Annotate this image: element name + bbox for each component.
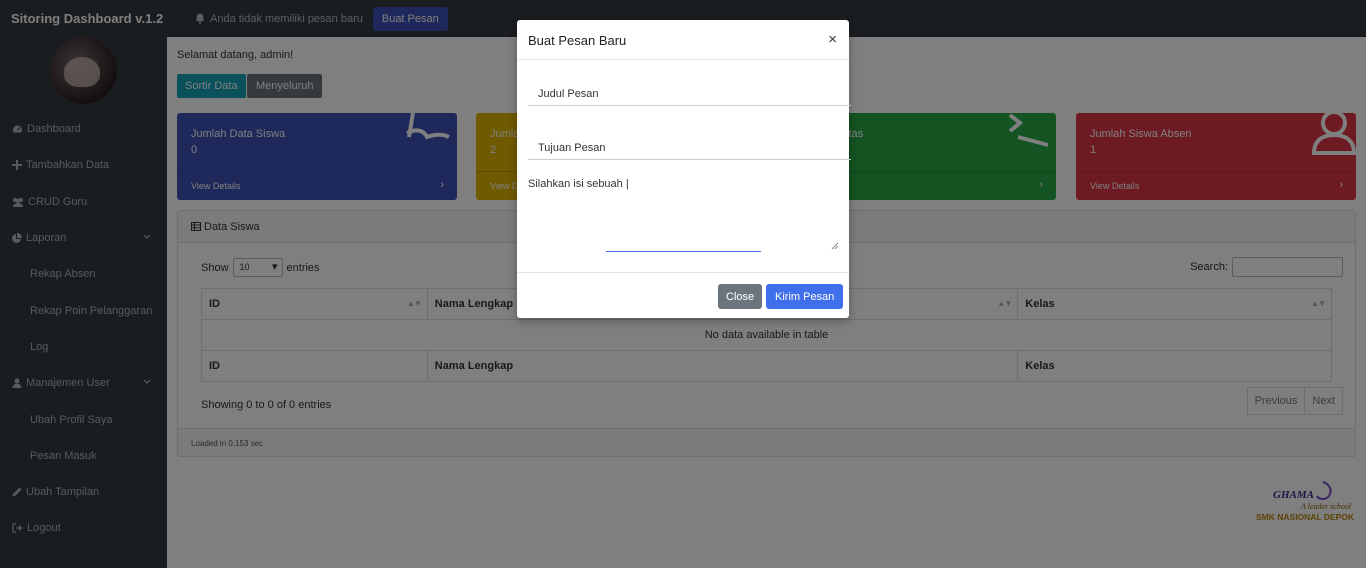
recipient-input[interactable]: Tujuan Pesan [528,142,851,160]
modal-header: Buat Pesan Baru × [517,20,849,60]
modal-footer: Close Kirim Pesan [517,272,849,318]
subject-input[interactable]: Judul Pesan [528,88,851,106]
modal-title: Buat Pesan Baru [528,33,627,48]
message-textarea[interactable]: Silahkan isi sebuah | [528,178,839,252]
resize-handle-icon[interactable] [830,241,839,250]
new-message-modal: Buat Pesan Baru × Judul Pesan Tujuan Pes… [517,20,851,318]
close-button[interactable]: Close [718,284,763,309]
textarea-focus-underline [606,251,761,252]
message-text: Silahkan isi sebuah | [528,178,629,190]
close-icon[interactable]: × [828,31,837,48]
send-message-button[interactable]: Kirim Pesan [766,284,844,309]
